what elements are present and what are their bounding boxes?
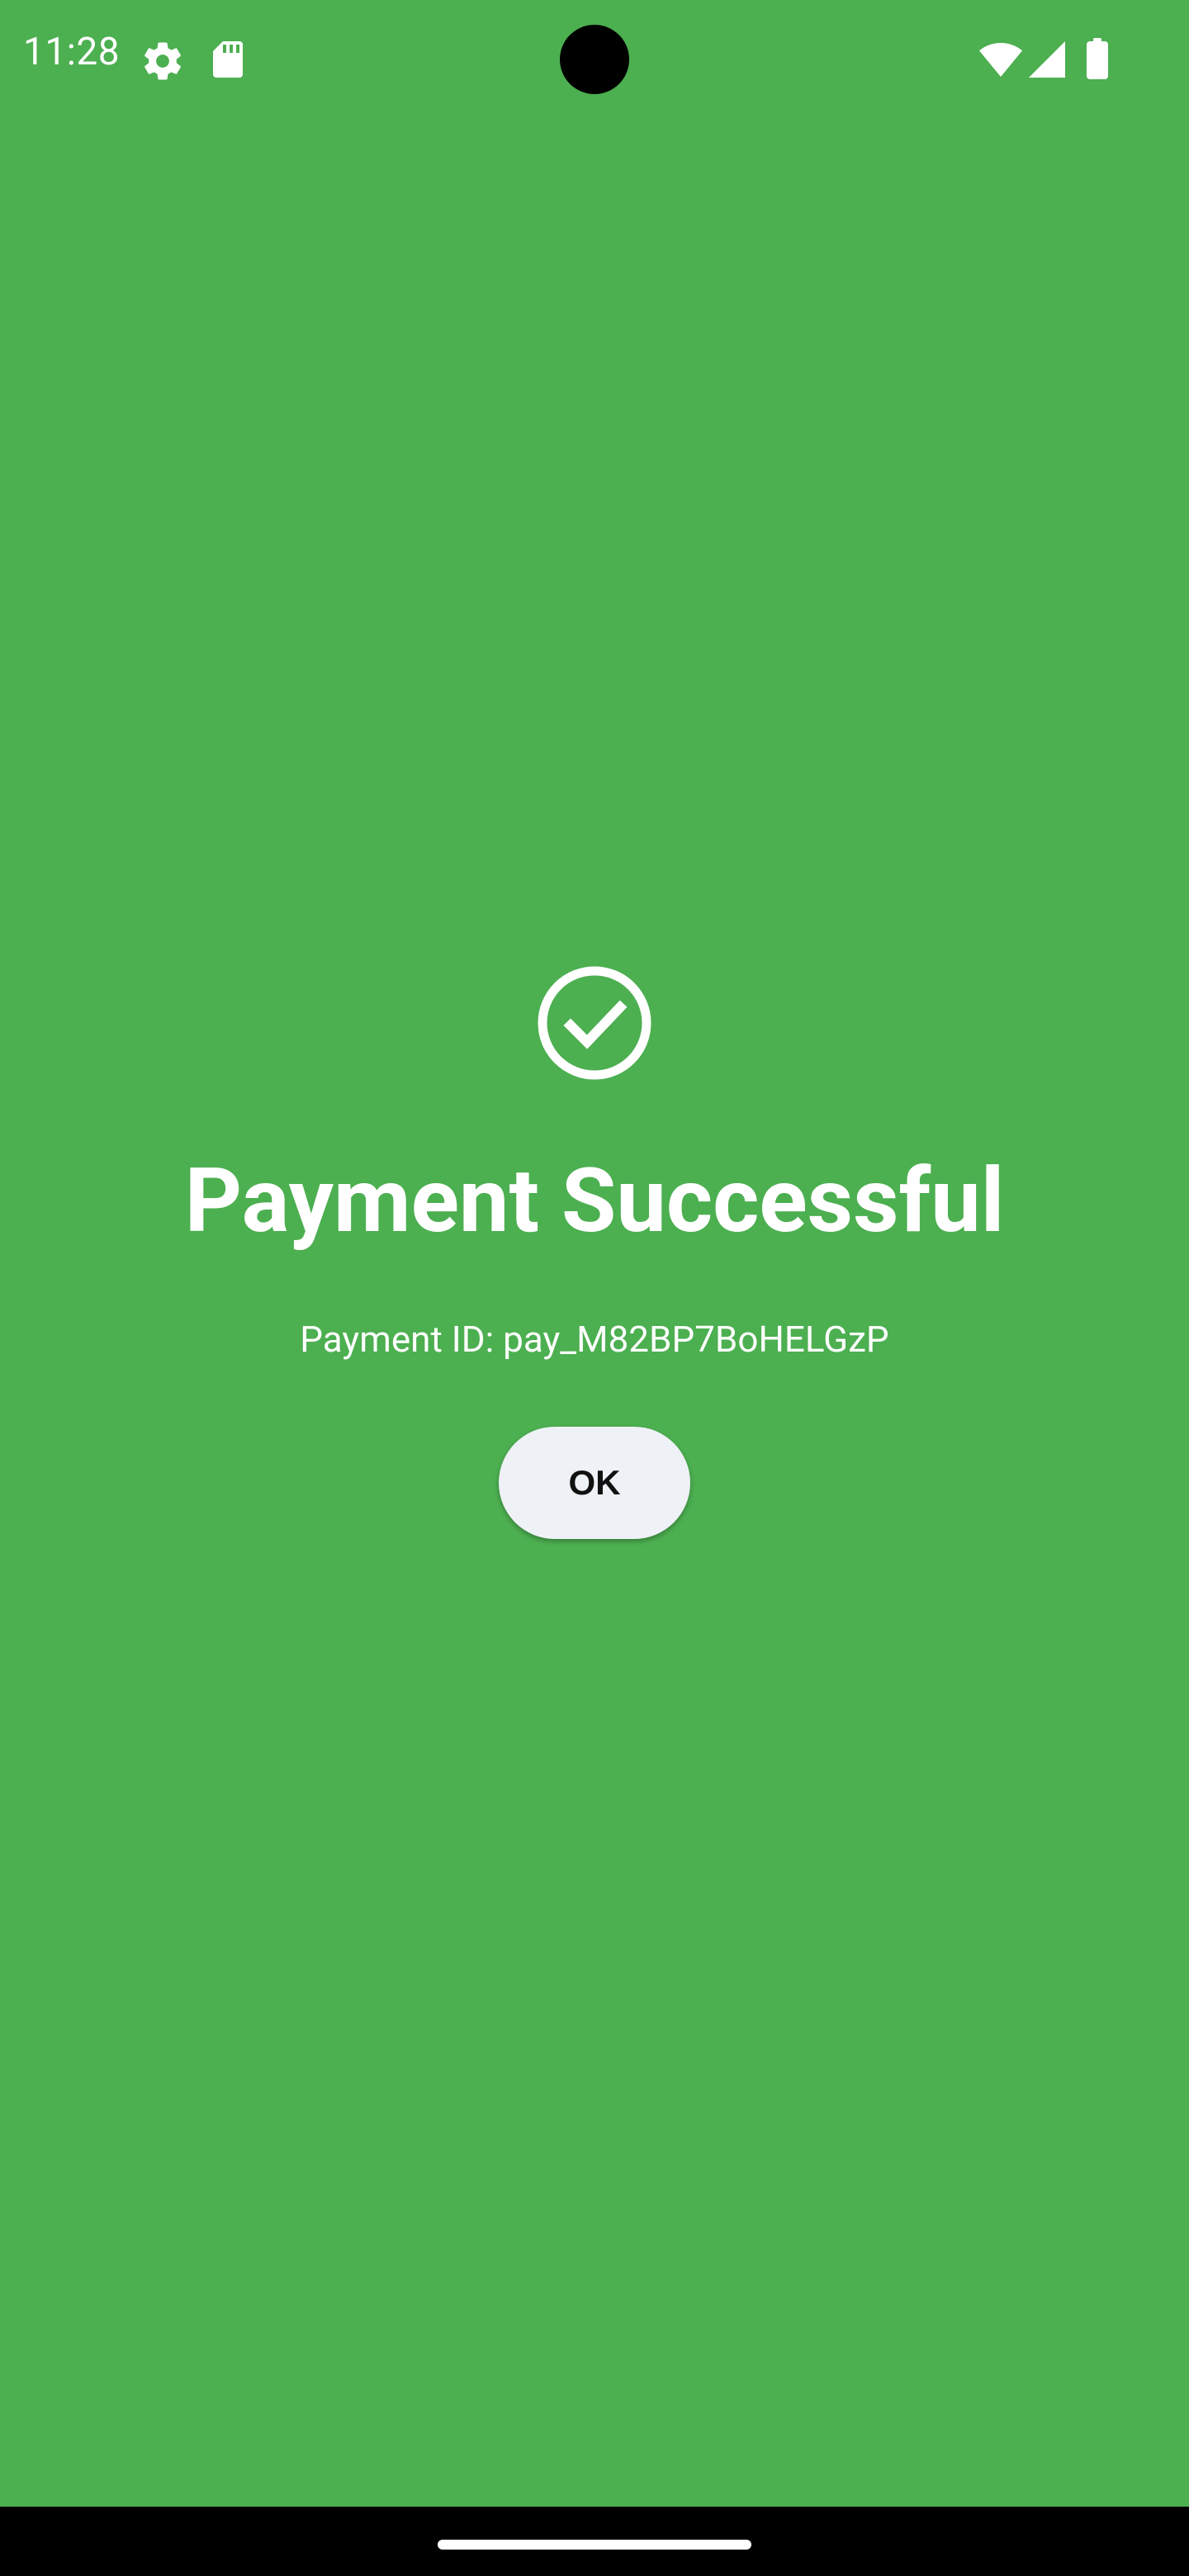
check-circle-icon (538, 966, 651, 1080)
wifi-icon (979, 43, 1022, 77)
payment-success-screen: 11:28 Payment Successful Payment ID: pay… (0, 0, 1189, 2576)
home-indicator[interactable] (438, 2540, 751, 2550)
gear-icon (144, 42, 181, 80)
navigation-bar (0, 2507, 1189, 2576)
status-bar: 11:28 (0, 0, 1189, 124)
status-time: 11:28 (23, 30, 121, 74)
ok-button[interactable]: OK (499, 1427, 690, 1539)
page-title: Payment Successful (184, 1149, 1005, 1253)
sd-card-icon (213, 41, 243, 78)
camera-cutout (560, 25, 629, 94)
battery-icon (1087, 38, 1108, 79)
cell-signal-icon (1029, 41, 1065, 78)
payment-id-text: Payment ID: pay_M82BP7BoHELGzP (300, 1318, 889, 1361)
